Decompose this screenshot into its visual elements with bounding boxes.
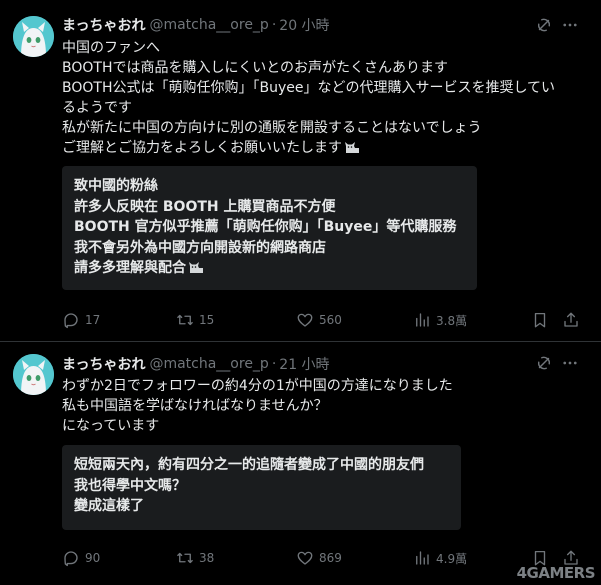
grok-icon[interactable] <box>535 16 553 34</box>
tweet-line: ご理解とご協力をよろしくお願いいたします <box>62 140 342 156</box>
view-count: 4.9萬 <box>436 551 468 566</box>
reply-button[interactable]: 17 <box>62 310 100 330</box>
translation-line: 我不會另外為中國方向開設新的網路商店 <box>74 239 326 256</box>
avatar[interactable] <box>13 16 54 57</box>
more-icon[interactable] <box>561 354 579 372</box>
translation-line: 我也得學中文嗎？ <box>74 477 186 494</box>
separator-dot: · <box>271 356 277 372</box>
tweet-line: になっています <box>62 418 160 434</box>
translation-box: 短短兩天內，約有四分之一的追隨者變成了中國的朋友們 我也得學中文嗎？ 變成這樣了 <box>62 445 461 530</box>
author-name[interactable]: まっちゃおれ <box>62 15 145 35</box>
repost-count: 15 <box>199 313 215 327</box>
reply-icon <box>64 313 78 329</box>
translation-line: 短短兩天內，約有四分之一的追隨者變成了中國的朋友們 <box>74 457 424 473</box>
timestamp[interactable]: 20 小時 <box>279 15 329 35</box>
repost-button[interactable]: 38 <box>176 548 214 568</box>
share-button[interactable] <box>562 310 580 330</box>
avatar[interactable] <box>13 354 54 395</box>
more-icon[interactable] <box>561 16 579 34</box>
like-button[interactable]: 560 <box>296 310 342 330</box>
view-count: 3.8萬 <box>436 313 468 328</box>
repost-count: 38 <box>199 551 215 565</box>
tweet-line: るようです <box>62 100 132 116</box>
author-name[interactable]: まっちゃおれ <box>62 354 145 374</box>
tweet-line-with-emoji: ご理解とご協力をよろしくお願いいたします <box>62 138 582 158</box>
like-button[interactable]: 869 <box>296 548 342 568</box>
translation-line-with-emoji: 請多多理解與配合 <box>74 258 465 279</box>
tweet-line: 中国のファンへ <box>62 40 160 56</box>
bookmark-button[interactable] <box>531 310 549 330</box>
views-icon <box>416 551 429 565</box>
tweet-line: 私も中国語を学ばなければなりませんか？ <box>62 398 328 414</box>
watermark: 4GAMERS <box>516 564 596 582</box>
heart-icon <box>297 551 313 565</box>
grok-icon[interactable] <box>535 354 553 372</box>
reply-count: 90 <box>85 551 101 565</box>
author-handle[interactable]: @matcha__ore_p <box>149 356 268 372</box>
tweet-line: BOOTH公式は「萌购任你购」「Buyee」などの代理購入サービスを推奨してい <box>62 80 556 96</box>
tweet-line: BOOTHでは商品を購入しにくいとのお声がたくさんあります <box>62 60 449 76</box>
avatar-image <box>13 16 54 57</box>
translation-line: 請多多理解與配合 <box>74 260 186 276</box>
action-bar: 17 15 560 3.8萬 <box>0 310 601 330</box>
heart-icon <box>297 313 313 327</box>
black-cat-icon <box>345 142 359 153</box>
tweet-header: まっちゃおれ @matcha__ore_p · 21 小時 <box>62 353 330 375</box>
black-cat-icon <box>189 262 203 273</box>
like-count: 869 <box>319 551 342 565</box>
like-count: 560 <box>319 313 342 327</box>
views-button[interactable]: 4.9萬 <box>413 548 467 568</box>
tweet[interactable]: まっちゃおれ @matcha__ore_p · 20 小時 中国のファンへ BO… <box>0 0 601 342</box>
translation-line: 許多人反映在 BOOTH 上購買商品不方便 <box>74 198 336 215</box>
timestamp[interactable]: 21 小時 <box>279 354 329 374</box>
avatar-image <box>13 354 54 395</box>
action-bar: 90 38 869 4.9萬 <box>0 548 601 568</box>
tweet[interactable]: まっちゃおれ @matcha__ore_p · 21 小時 わずか2日でフォロワ… <box>0 343 601 585</box>
author-handle[interactable]: @matcha__ore_p <box>149 17 268 33</box>
translation-line: 致中國的粉絲 <box>74 178 158 194</box>
reply-icon <box>64 551 78 567</box>
repost-button[interactable]: 15 <box>176 310 214 330</box>
reply-button[interactable]: 90 <box>62 548 100 568</box>
repost-icon <box>177 552 193 564</box>
tweet-header: まっちゃおれ @matcha__ore_p · 20 小時 <box>62 14 330 36</box>
separator-dot: · <box>271 17 277 33</box>
reply-count: 17 <box>85 313 101 327</box>
translation-line: BOOTH 官方似乎推薦「萌购任你购」「Buyee」等代購服務 <box>74 219 457 235</box>
tweet-line: 私が新たに中国の方向けに別の通販を開設することはないでしょう <box>62 120 482 136</box>
tweet-text: 中国のファンへ BOOTHでは商品を購入しにくいとのお声がたくさんあります BO… <box>62 38 582 158</box>
translation-box: 致中國的粉絲 許多人反映在 BOOTH 上購買商品不方便 BOOTH 官方似乎推… <box>62 166 477 290</box>
repost-icon <box>177 314 193 326</box>
tweet-text: わずか2日でフォロワーの約4分の1が中国の方達になりました 私も中国語を学ばなけ… <box>62 376 582 436</box>
translation-line: 變成這樣了 <box>74 498 144 514</box>
bookmark-icon <box>534 312 546 328</box>
share-icon <box>564 312 578 327</box>
views-icon <box>416 313 429 327</box>
views-button[interactable]: 3.8萬 <box>413 310 467 330</box>
tweet-line: わずか2日でフォロワーの約4分の1が中国の方達になりました <box>62 378 453 394</box>
